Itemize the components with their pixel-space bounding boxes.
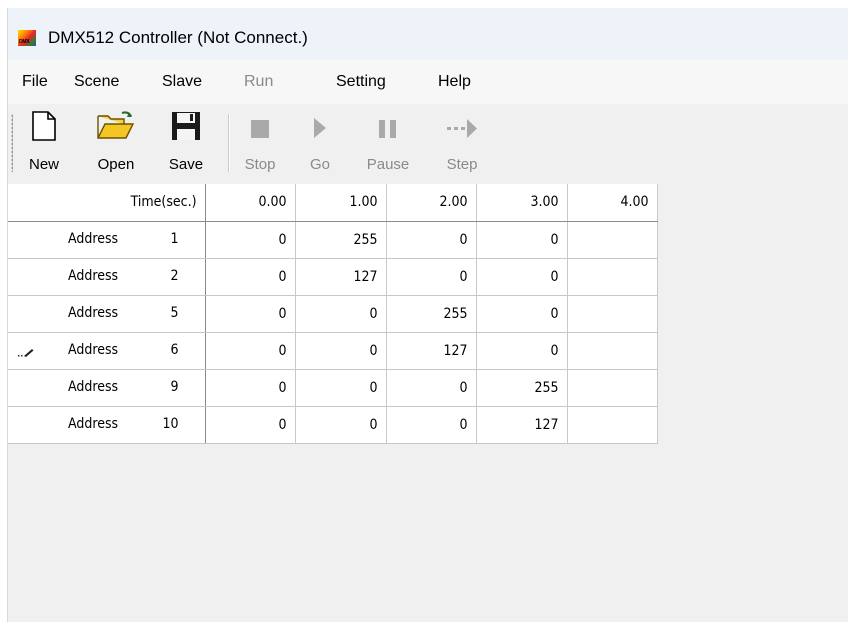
pause-icon [379,120,396,138]
table-row: Address 1 0 255 0 0 [8,221,658,259]
grid-cell[interactable] [567,332,658,370]
stop-label: Stop [244,156,276,173]
menu-setting[interactable]: Setting [336,60,386,104]
new-file-icon [32,111,56,141]
menu-bar: File Scene Slave Run Setting Help [8,60,848,104]
grid-cell[interactable]: 0 [295,295,387,333]
menu-help[interactable]: Help [438,60,471,104]
address-label: Address [68,304,119,321]
row-header[interactable]: Address 6 [8,332,206,370]
go-button: Go [302,108,338,178]
grid-cell[interactable] [567,258,658,296]
grid-cell[interactable]: 127 [386,332,477,370]
address-number: 1 [170,230,179,247]
save-button[interactable]: Save [162,108,210,178]
time-column-header[interactable]: 1.00 [295,184,387,222]
grid-cell[interactable]: 0 [205,258,296,296]
grid-header-row: Time(sec.) 0.00 1.00 2.00 3.00 4.00 [8,184,658,222]
grid-cell[interactable]: 0 [386,406,477,444]
address-number: 9 [170,378,179,395]
scene-grid: Time(sec.) 0.00 1.00 2.00 3.00 4.00 Addr… [8,184,658,444]
new-label: New [28,156,59,173]
grid-cell[interactable]: 0 [295,369,387,407]
grid-cell[interactable] [567,295,658,333]
menu-slave[interactable]: Slave [162,60,202,104]
address-label: Address [68,230,119,247]
grid-cell[interactable]: 127 [295,258,387,296]
window-title: DMX512 Controller (Not Connect.) [48,28,308,47]
title-bar: DMX DMX512 Controller (Not Connect.) [8,8,848,60]
address-label: Address [68,378,119,395]
new-button[interactable]: New [24,108,64,178]
grid-cell[interactable]: 0 [205,221,296,259]
grid-cell[interactable] [567,406,658,444]
table-row: Address 10 0 0 0 127 [8,406,658,444]
stop-button: Stop [240,108,280,178]
grid-cell[interactable]: 0 [386,221,477,259]
menu-scene[interactable]: Scene [74,60,119,104]
grid-cell[interactable]: 0 [205,295,296,333]
table-row: Address 9 0 0 0 255 [8,369,658,407]
toolbar-grip-handle[interactable] [11,114,13,172]
save-label: Save [168,156,204,173]
time-column-header[interactable]: 4.00 [567,184,658,222]
app-logo-icon: DMX [18,30,36,46]
time-column-header[interactable]: 2.00 [386,184,477,222]
grid-cell[interactable]: 255 [295,221,387,259]
address-number: 10 [162,415,179,432]
row-header[interactable]: Address 9 [8,369,206,407]
row-header[interactable]: Address 5 [8,295,206,333]
toolbar: New Open Save Stop Go Pause Step [8,104,848,184]
grid-cell[interactable]: 0 [476,332,568,370]
go-label: Go [309,156,330,173]
open-folder-icon [97,111,135,139]
grid-cell[interactable]: 0 [386,369,477,407]
open-label: Open [97,156,135,173]
pencil-edit-icon [18,348,34,357]
time-header-label: Time(sec.) [8,184,206,222]
grid-cell[interactable] [567,221,658,259]
time-column-header[interactable]: 0.00 [205,184,296,222]
grid-cell[interactable]: 0 [205,369,296,407]
grid-cell[interactable]: 0 [205,332,296,370]
table-row: Address 5 0 0 255 0 [8,295,658,333]
grid-cell[interactable]: 0 [476,221,568,259]
grid-cell[interactable]: 0 [476,295,568,333]
table-row: Address 6 0 0 127 0 [8,332,658,370]
app-window: DMX DMX512 Controller (Not Connect.) Fil… [8,8,848,622]
row-header[interactable]: Address 10 [8,406,206,444]
grid-cell[interactable]: 0 [205,406,296,444]
row-header[interactable]: Address 1 [8,221,206,259]
address-number: 6 [170,341,179,358]
table-row: Address 2 0 127 0 0 [8,258,658,296]
open-button[interactable]: Open [92,108,140,178]
grid-cell[interactable]: 255 [386,295,477,333]
address-number: 5 [170,304,179,321]
address-label: Address [68,341,119,358]
stop-square-icon [251,120,269,138]
grid-cell[interactable]: 0 [476,258,568,296]
grid-cell[interactable] [567,369,658,407]
menu-file[interactable]: File [22,60,48,104]
toolbar-separator [228,114,230,172]
step-button: Step [440,108,484,178]
grid-cell[interactable]: 0 [386,258,477,296]
grid-cell[interactable]: 255 [476,369,568,407]
play-icon [314,118,326,138]
pause-label: Pause [366,156,410,173]
pause-button: Pause [360,108,416,178]
grid-cell[interactable]: 0 [295,406,387,444]
step-label: Step [446,156,478,173]
address-label: Address [68,415,119,432]
grid-cell[interactable]: 0 [295,332,387,370]
address-number: 2 [170,267,179,284]
grid-cell[interactable]: 127 [476,406,568,444]
menu-run: Run [244,73,274,90]
address-label: Address [68,267,119,284]
floppy-disk-icon [172,112,200,140]
row-header[interactable]: Address 2 [8,258,206,296]
step-forward-icon [447,119,477,138]
time-column-header[interactable]: 3.00 [476,184,568,222]
